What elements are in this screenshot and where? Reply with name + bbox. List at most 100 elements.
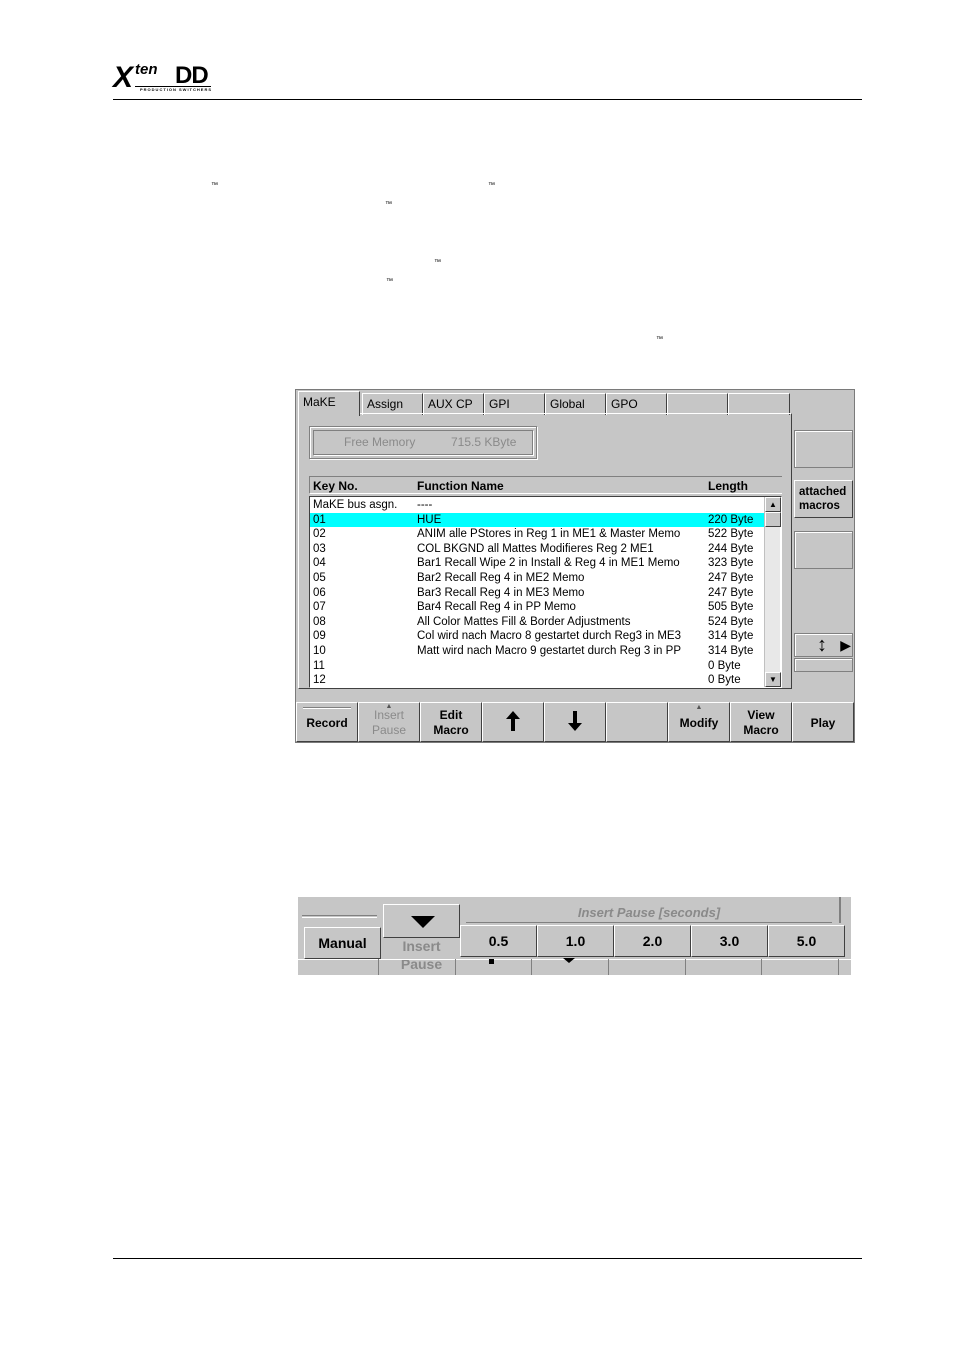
list-item[interactable]: 09 Col wird nach Macro 8 gestartet durch … [310, 629, 766, 644]
tab-global[interactable]: Global [545, 393, 606, 415]
list-item-key: MaKE bus asgn. [313, 499, 398, 511]
list-item[interactable]: 08 All Color Mattes Fill & Border Adjustm… [310, 615, 766, 630]
caret-up-icon: ▲ [695, 704, 703, 711]
edit-macro-button[interactable]: Edit Macro [420, 702, 482, 742]
tab-gpi[interactable]: GPI [484, 393, 545, 415]
scroll-down-icon[interactable]: ▼ [765, 672, 781, 687]
tab-aux-cp[interactable]: AUX CP [423, 393, 484, 415]
insert-pause-line1: Insert [402, 938, 441, 954]
list-item[interactable]: 06 Bar3 Recall Reg 4 in ME3 Memo 247 Byte [310, 586, 766, 601]
list-item[interactable]: MaKE bus asgn. ---- [310, 498, 766, 513]
list-scrollbar[interactable]: ▲ ▼ [764, 497, 781, 687]
move-up-button[interactable] [482, 702, 544, 742]
pause-5-0-button[interactable]: 5.0 [768, 925, 845, 957]
up-down-arrow-icon[interactable]: ↕ [817, 634, 827, 656]
logo-subtitle: PRODUCTION SWITCHERS [140, 87, 212, 92]
record-indicator [303, 707, 351, 709]
list-item-key: 06 [313, 586, 326, 599]
empty-softkey[interactable] [606, 702, 668, 742]
side-empty-slot-3 [794, 658, 853, 672]
list-item-name: Bar4 Recall Reg 4 in PP Memo [417, 601, 576, 614]
footer-rule [113, 1258, 862, 1259]
list-item-name: Bar3 Recall Reg 4 in ME3 Memo [417, 586, 585, 599]
list-item-name: HUE [417, 513, 442, 526]
list-item-key: 05 [313, 572, 326, 584]
list-item[interactable]: 10 Matt wird nach Macro 9 gestartet durch… [310, 644, 766, 659]
list-item[interactable]: 01 HUE 220 Byte [310, 512, 766, 528]
list-item-name: Bar1 Recall Wipe 2 in Install & Reg 4 in… [417, 557, 680, 570]
list-item-key: 10 [313, 645, 326, 657]
underlying-up-arrow-icon [489, 959, 494, 964]
tm-mark: ™ [656, 336, 663, 343]
tab-empty-1[interactable] [667, 393, 728, 415]
list-item[interactable]: 03 COL BKGND all Mattes Modifieres Reg 2 … [310, 542, 766, 557]
view-macro-button[interactable]: View Macro [730, 702, 792, 742]
list-item[interactable]: 07 Bar4 Recall Reg 4 in PP Memo 505 Byte [310, 600, 766, 615]
view-macro-label: View Macro [731, 708, 791, 738]
tab-make[interactable]: MaKE [298, 391, 360, 416]
insert-pause-button[interactable]: ▲ Insert Pause [358, 702, 420, 742]
tab-gpo[interactable]: GPO [606, 393, 667, 415]
scroll-thumb[interactable] [765, 512, 781, 527]
record-label: Record [306, 716, 348, 730]
updown-control[interactable]: ↕ ▶ [794, 633, 853, 657]
column-header-key[interactable]: Key No. [313, 479, 358, 493]
list-item[interactable]: 02 ANIM alle PStores in Reg 1 in ME1 & Ma… [310, 527, 766, 542]
softkey-divider [608, 959, 609, 975]
tab-empty-2[interactable] [728, 393, 790, 415]
side-empty-slot-1 [794, 430, 853, 468]
scroll-up-icon[interactable]: ▲ [765, 497, 781, 512]
record-button[interactable]: Record [296, 702, 358, 742]
tm-mark: ™ [488, 182, 495, 189]
list-item-length: 0 Byte [708, 659, 741, 672]
list-item[interactable]: 05 Bar2 Recall Reg 4 in ME2 Memo 247 Byte [310, 571, 766, 586]
collapse-pause-button[interactable] [383, 904, 460, 938]
manual-button[interactable]: Manual [304, 927, 381, 959]
list-item-length: 0 Byte [708, 674, 741, 687]
list-item-key: 03 [313, 542, 326, 555]
list-item-name: All Color Mattes Fill & Border Adjustmen… [417, 615, 631, 628]
pause-2-0-button[interactable]: 2.0 [614, 925, 691, 957]
right-arrow-icon[interactable]: ▶ [840, 637, 851, 653]
header-rule [113, 99, 862, 100]
triangle-down-icon [411, 916, 435, 928]
attached-macros-line1: attached [799, 486, 847, 498]
list-item-key: 04 [313, 557, 326, 570]
column-header-length[interactable]: Length [708, 479, 748, 493]
list-item-name: Col wird nach Macro 8 gestartet durch Re… [417, 630, 681, 643]
pause-0-5-button[interactable]: 0.5 [460, 925, 537, 957]
insert-pause-title: Insert Pause [seconds] [466, 903, 832, 923]
list-item-key: 11 [313, 659, 325, 672]
list-item-length: 524 Byte [708, 615, 754, 628]
list-item-name: ---- [417, 499, 433, 511]
insert-pause-line1: Insert [373, 708, 404, 722]
list-item[interactable]: 04 Bar1 Recall Wipe 2 in Install & Reg 4 … [310, 556, 766, 571]
modify-button[interactable]: ▲ Modify [668, 702, 730, 742]
list-item-key: 02 [313, 528, 326, 541]
tm-mark: ™ [434, 259, 441, 266]
tm-mark: ™ [211, 182, 218, 189]
list-item-name: COL BKGND all Mattes Modifieres Reg 2 ME… [417, 542, 654, 555]
pause-1-0-button[interactable]: 1.0 [537, 925, 614, 957]
attached-macros-button[interactable]: attached macros [794, 480, 853, 518]
side-empty-slot-2 [794, 531, 853, 569]
play-button[interactable]: Play [792, 702, 854, 742]
list-header: Key No. Function Name Length [309, 476, 782, 494]
move-down-button[interactable] [544, 702, 606, 742]
modify-label: Modify [679, 716, 719, 730]
list-item-length: 314 Byte [708, 630, 754, 643]
make-menu-screenshot: MaKE Assign AUX CP GPI Global GPO Free M… [295, 389, 855, 743]
list-item[interactable]: 11 0 Byte [310, 659, 766, 674]
tab-assign[interactable]: Assign [362, 393, 423, 415]
free-memory-box: Free Memory 715.5 KByte [309, 426, 537, 459]
list-item[interactable]: 12 0 Byte [310, 673, 766, 688]
list-item-name: Bar2 Recall Reg 4 in ME2 Memo [417, 572, 585, 584]
logo-ten: ten [135, 61, 158, 78]
edit-macro-line1: Edit [439, 708, 463, 722]
column-header-function[interactable]: Function Name [417, 479, 504, 493]
macro-list[interactable]: 12 0 Byte 11 0 Byte 10 Matt wird nach Macro 9… [309, 496, 782, 688]
softkey-divider [378, 959, 379, 975]
pause-3-0-button[interactable]: 3.0 [691, 925, 768, 957]
view-macro-line1: View [747, 708, 775, 722]
list-item-length: 505 Byte [708, 601, 754, 614]
